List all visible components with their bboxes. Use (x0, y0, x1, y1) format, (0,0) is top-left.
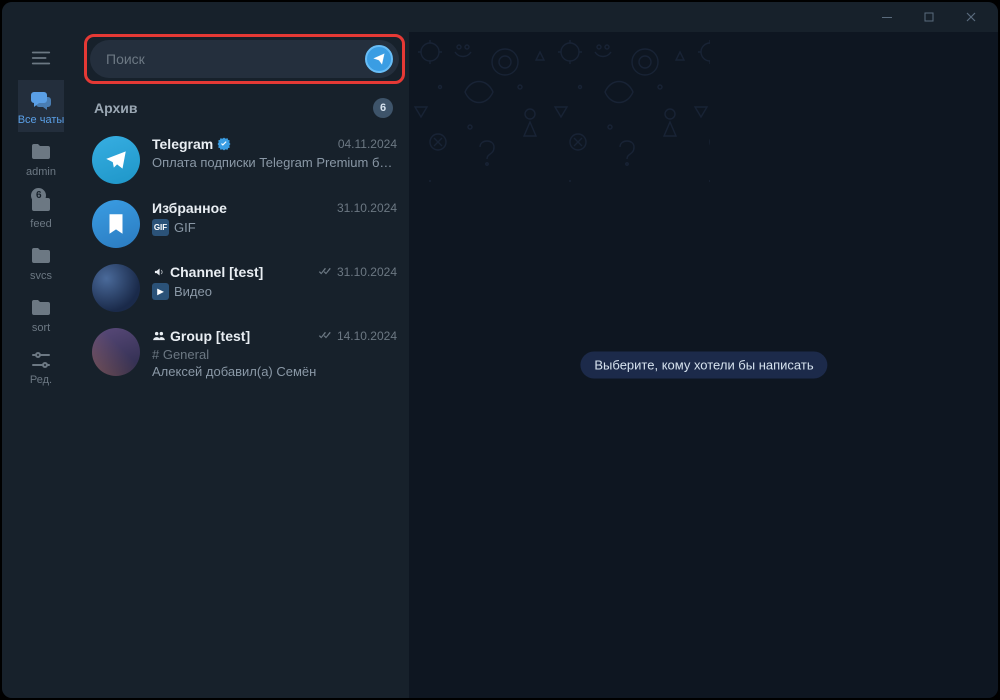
background-pattern (410, 32, 710, 182)
chat-avatar (92, 264, 140, 312)
chat-name: Group [test] (152, 328, 250, 344)
archive-row[interactable]: Архив 6 (80, 88, 409, 128)
empty-conversation-pane: Выберите, кому хотели бы написать (410, 32, 998, 698)
window-maximize-button[interactable] (908, 2, 950, 32)
folder-tab-feed[interactable]: feed6 (18, 184, 65, 236)
chat-row[interactable]: Telegram 04.11.2024 Оплата подписки Telegr… (80, 128, 409, 192)
chat-avatar (92, 328, 140, 376)
topic-label: # General (152, 347, 209, 362)
folder-label: feed (30, 218, 51, 230)
search-input[interactable] (106, 51, 365, 67)
verified-icon (217, 137, 231, 151)
telegram-button-icon[interactable] (365, 45, 393, 73)
chat-row[interactable]: Channel [test] 31.10.2024 ▶ Видео (80, 256, 409, 320)
window-titlebar (2, 2, 998, 32)
folder-tab-svcs[interactable]: svcs (18, 236, 65, 288)
folder-tab-sort[interactable]: sort (18, 288, 65, 340)
search-field[interactable] (90, 40, 399, 78)
video-icon: ▶ (152, 283, 169, 300)
folder-label: admin (26, 166, 56, 178)
chat-name: Channel [test] (152, 264, 263, 280)
folder-label: Ред. (30, 374, 52, 386)
chat-date: 31.10.2024 (337, 201, 397, 215)
folder-tab-edit[interactable]: Ред. (18, 340, 65, 392)
chat-date: 04.11.2024 (338, 137, 397, 151)
chat-date: 14.10.2024 (318, 329, 397, 343)
archive-label: Архив (94, 100, 137, 116)
chat-name: Избранное (152, 200, 227, 216)
chat-row[interactable]: Избранное 31.10.2024 GIF GIF (80, 192, 409, 256)
chat-row[interactable]: Group [test] 14.10.2024 # General Алексей д… (80, 320, 409, 387)
chat-avatar (92, 136, 140, 184)
empty-state-label: Выберите, кому хотели бы написать (580, 352, 827, 379)
chat-avatar (92, 200, 140, 248)
archive-count-badge: 6 (373, 98, 393, 118)
chat-preview: Видео (174, 284, 212, 299)
gif-icon: GIF (152, 219, 169, 236)
chat-list-panel: Архив 6 Telegram 04.11.2024 Оплата подписк… (80, 32, 410, 698)
window-minimize-button[interactable] (866, 2, 908, 32)
chat-preview-secondary: Алексей добавил(а) Семён (152, 364, 397, 379)
folder-label: Все чаты (18, 114, 65, 126)
folder-tab-all[interactable]: Все чаты (18, 80, 65, 132)
folder-label: sort (32, 322, 50, 334)
folder-sidebar: Все чаты admin feed6 svcs sort Ред. (2, 32, 80, 698)
main-menu-button[interactable] (22, 42, 60, 74)
chat-preview: Оплата подписки Telegram Premium б… (152, 155, 392, 170)
window-close-button[interactable] (950, 2, 992, 32)
folder-tab-admin[interactable]: admin (18, 132, 65, 184)
chat-preview: GIF (174, 220, 196, 235)
chat-date: 31.10.2024 (318, 265, 397, 279)
chat-name: Telegram (152, 136, 231, 152)
folder-label: svcs (30, 270, 52, 282)
